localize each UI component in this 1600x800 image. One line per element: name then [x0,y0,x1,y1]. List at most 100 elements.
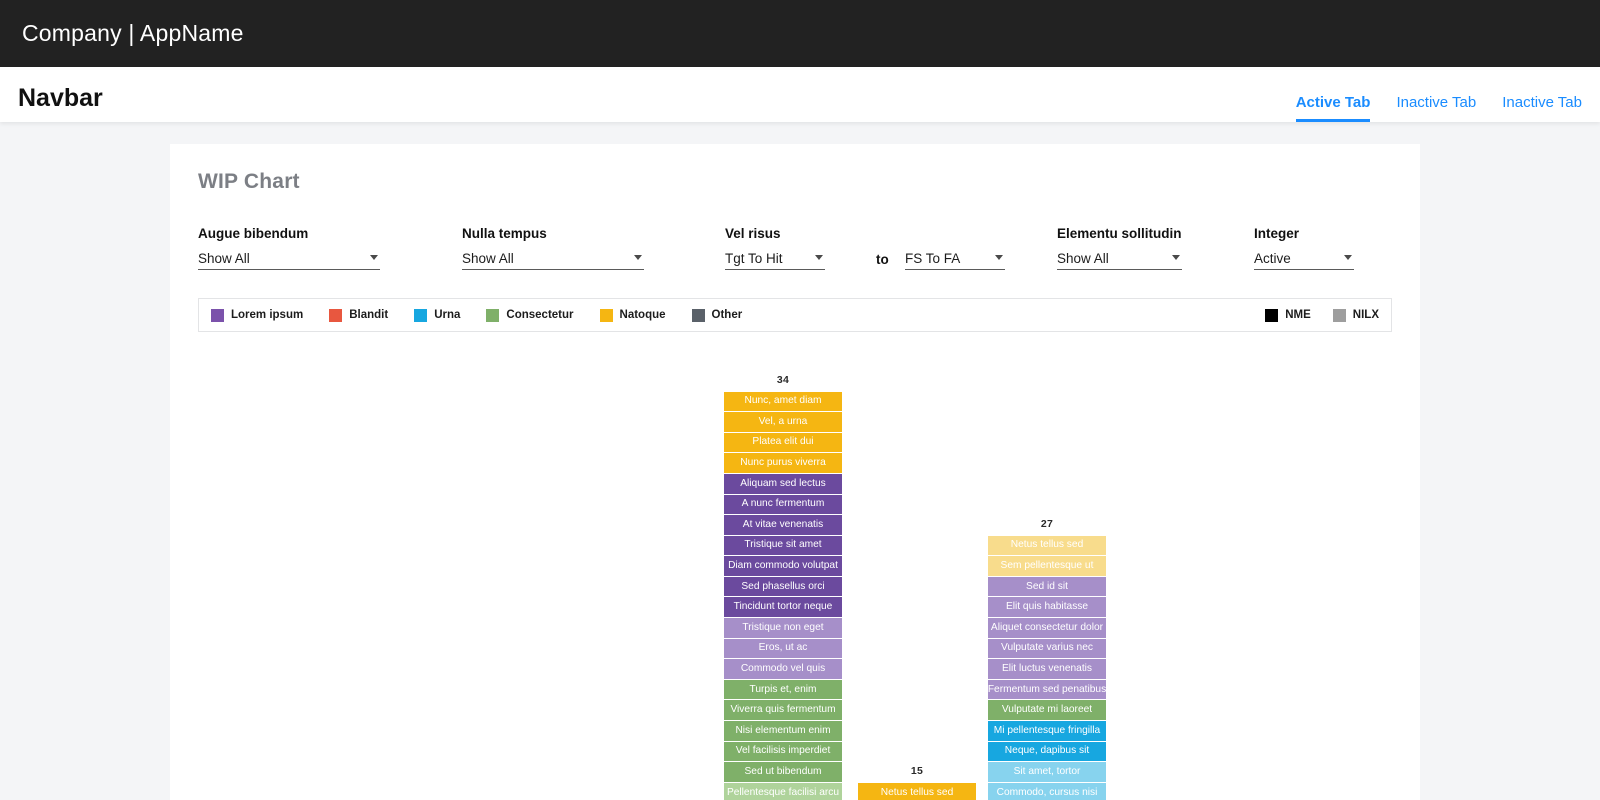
legend-item-blandit[interactable]: Blandit [329,308,389,322]
legend-label: Lorem ipsum [231,309,304,321]
filter-label-3 [905,226,1005,241]
filter-select-1[interactable]: Show All [462,248,644,270]
bar-segment[interactable]: Commodo, cursus nisi [988,782,1106,800]
legend-swatch-icon [329,308,343,322]
bar-segment[interactable]: Tristique sit amet [724,535,842,556]
navbar-brand: Navbar [18,84,103,112]
chart-legend: Lorem ipsum Blandit Urna Consectetur Natoque… [198,298,1392,332]
filter-select-3[interactable]: FS To FA [905,248,1005,270]
bar-stack-total: 15 [910,764,924,777]
bar-segment[interactable]: Vel facilisis imperdiet [724,741,842,762]
nav-tab-0[interactable]: Active Tab [1295,94,1371,122]
legend-item-urna[interactable]: Urna [414,308,461,322]
bar-stack-15: 15 Netus tellus sed [858,765,976,800]
legend-label: NME [1285,309,1311,321]
chevron-down-icon [370,255,378,260]
bar-segments: Netus tellus sed Sem pellentesque ut Sed i… [988,535,1106,800]
filter-select-2[interactable]: Tgt To Hit [725,248,825,270]
bar-segment[interactable]: Vel, a urna [724,412,842,432]
filter-label-2: Vel risus [725,226,781,241]
bar-segment[interactable]: Sed id sit [988,576,1106,597]
bar-segment[interactable]: Tincidunt tortor neque [724,597,842,618]
legend-item-nilx[interactable]: NILX [1332,308,1379,322]
legend-item-nme[interactable]: NME [1265,308,1311,322]
legend-item-natoque[interactable]: Natoque [599,308,666,322]
bar-segment[interactable]: Nisi elementum enim [724,721,842,741]
page-title: WIP Chart [198,170,300,193]
navbar: Navbar Active Tab Inactive Tab Inactive Ta… [0,67,1600,122]
bar-segment[interactable]: Nunc purus viverra [724,453,842,473]
bar-segment[interactable]: Sed ut bibendum [724,762,842,782]
chevron-down-icon [634,255,642,260]
bar-segment[interactable]: Diam commodo volutpat [724,556,842,576]
chevron-down-icon [1172,255,1180,260]
filter-value-2: Tgt To Hit [725,250,783,266]
bar-segment[interactable]: Neque, dapibus sit [988,741,1106,762]
legend-item-lorem-ipsum[interactable]: Lorem ipsum [211,308,304,322]
filter-label-4: Elementu sollitudin [1057,226,1182,241]
legend-swatch-icon [599,308,613,322]
filter-label-1: Nulla tempus [462,226,547,241]
bar-segment[interactable]: Sem pellentesque ut [988,556,1106,576]
filter-0: Augue bibendum Show All [198,226,380,270]
bar-segment[interactable]: Netus tellus sed [858,782,976,800]
filter-label-5: Integer [1254,226,1300,241]
bar-segment[interactable]: A nunc fermentum [724,494,842,515]
bar-segment[interactable]: Turpis et, enim [724,679,842,700]
bar-stack-total: 27 [1040,517,1054,530]
filter-select-4[interactable]: Show All [1057,248,1182,270]
legend-categories: Lorem ipsum Blandit Urna Consectetur Natoque… [211,308,742,322]
legend-swatch-icon [691,308,705,322]
filter-1: Nulla tempus Show All [462,226,644,270]
bar-segment[interactable]: Fermentum sed penatibus [988,679,1106,700]
bar-stack-34: 34 Nunc, amet diam Vel, a urna Platea elit … [724,374,842,800]
wip-chart-card: WIP Chart to Augue bibendum Show All Nulla… [170,144,1420,800]
bar-stack-total: 34 [776,373,790,386]
bar-segment[interactable]: Sit amet, tortor [988,762,1106,782]
legend-swatch-icon [1265,308,1279,322]
bar-segment[interactable]: Platea elit dui [724,432,842,453]
bar-stack-27: 27 Netus tellus sed Sem pellentesque ut Sed… [988,518,1106,800]
filter-3: FS To FA [905,226,1005,270]
filter-4: Elementu sollitudin Show All [1057,226,1182,270]
bar-segment[interactable]: Vulputate varius nec [988,638,1106,659]
legend-label: Consectetur [506,309,574,321]
range-separator-label: to [876,252,889,267]
filter-value-5: Active [1254,250,1291,266]
legend-item-other[interactable]: Other [691,308,742,322]
bar-segment[interactable]: Sed phasellus orci [724,576,842,597]
bar-segment[interactable]: Commodo vel quis [724,659,842,679]
filter-value-3: FS To FA [905,250,961,266]
bar-segment[interactable]: Aliquet consectetur dolor [988,618,1106,638]
legend-swatch-icon [211,308,224,322]
filter-2: Vel risus Tgt To Hit [725,226,825,270]
nav-tab-list: Active Tab Inactive Tab Inactive Tab [1295,94,1582,122]
filter-select-5[interactable]: Active [1254,248,1354,270]
bar-segment[interactable]: Eros, ut ac [724,638,842,659]
bar-segment[interactable]: Elit quis habitasse [988,597,1106,618]
filter-value-4: Show All [1057,250,1109,266]
legend-item-consectetur[interactable]: Consectetur [486,308,574,322]
bar-segment[interactable]: Vulputate mi laoreet [988,700,1106,721]
bar-segment[interactable]: Aliquam sed lectus [724,473,842,494]
bar-segment[interactable]: Nunc, amet diam [724,391,842,412]
legend-label: Natoque [619,309,666,321]
bar-segment[interactable]: At vitae venenatis [724,515,842,535]
bar-segment[interactable]: Viverra quis fermentum [724,700,842,721]
chevron-down-icon [815,255,823,260]
bar-segment[interactable]: Elit luctus venenatis [988,659,1106,679]
bar-segment[interactable]: Netus tellus sed [988,535,1106,556]
stacked-bar-chart: 1434Nunc, amet diamVel, a urnaPlatea eli… [198,354,1392,800]
legend-label: Urna [434,309,461,321]
filter-select-0[interactable]: Show All [198,248,380,270]
legend-label: Blandit [349,309,389,321]
bar-segment[interactable]: Tristique non eget [724,618,842,638]
bar-segment[interactable]: Pellentesque facilisi arcu [724,782,842,800]
bar-segments: Nunc, amet diam Vel, a urna Platea elit du… [724,391,842,800]
legend-swatch-icon [486,308,500,322]
nav-tab-1[interactable]: Inactive Tab [1396,94,1476,122]
filter-label-0: Augue bibendum [198,226,309,241]
nav-tab-2[interactable]: Inactive Tab [1502,94,1582,122]
app-title: Company | AppName [22,20,244,46]
bar-segment[interactable]: Mi pellentesque fringilla [988,721,1106,741]
